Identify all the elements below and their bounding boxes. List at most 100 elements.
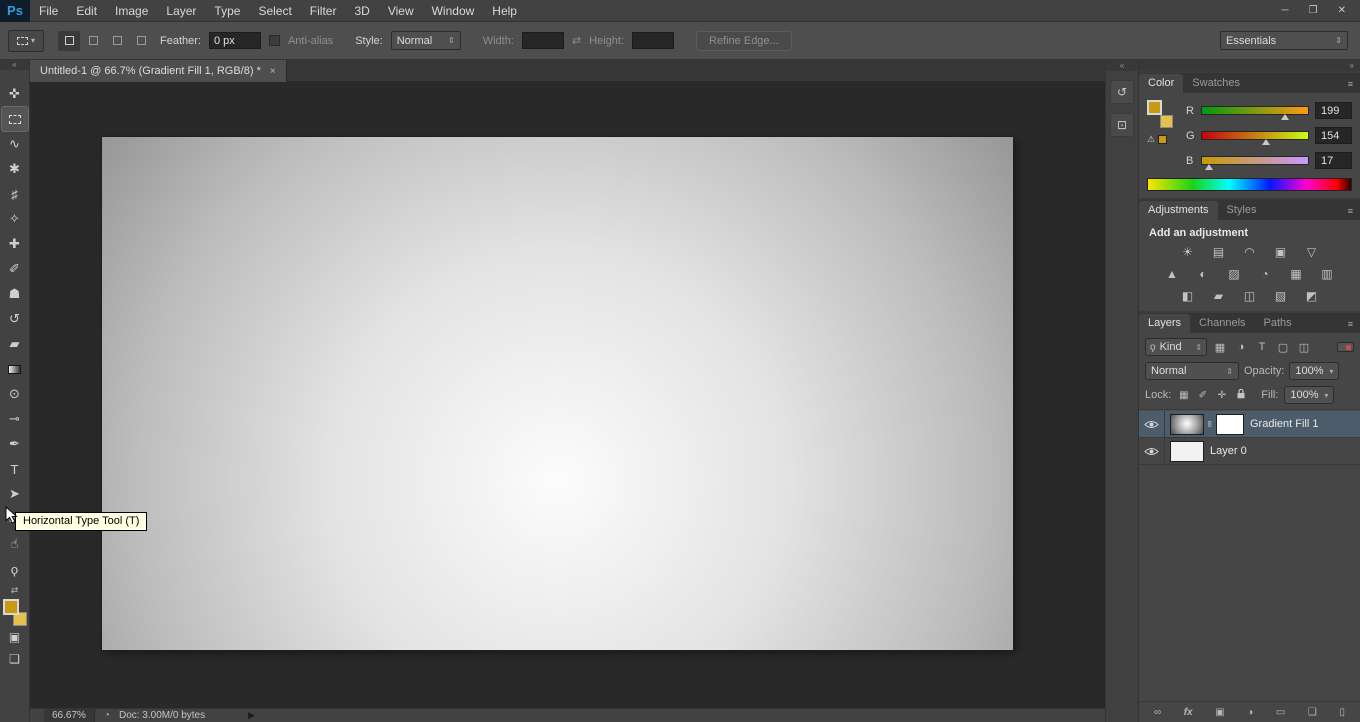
expand-panels-icon[interactable]: « xyxy=(1106,60,1138,71)
antialias-checkbox[interactable] xyxy=(268,35,280,46)
quick-mask-button[interactable]: ▣ xyxy=(2,626,28,648)
fill-field[interactable]: 100% ▾ xyxy=(1284,386,1335,404)
hand-tool[interactable]: ☝ xyxy=(2,532,28,556)
layer-list-empty-area[interactable] xyxy=(1139,465,1360,701)
feather-input[interactable] xyxy=(208,32,261,49)
color-lookup-icon[interactable]: ▥ xyxy=(1316,267,1338,282)
add-layer-mask-icon[interactable]: ▣ xyxy=(1215,707,1224,718)
gamut-color-swatch[interactable] xyxy=(1158,135,1168,144)
slider-caret[interactable] xyxy=(1205,164,1214,170)
invert-icon[interactable]: ◧ xyxy=(1177,289,1199,304)
selective-color-icon[interactable]: ▧ xyxy=(1270,289,1292,304)
height-input[interactable] xyxy=(632,32,674,49)
channel-mixer-icon[interactable]: ▦ xyxy=(1285,267,1307,282)
slider-caret[interactable] xyxy=(1261,139,1270,145)
dodge-tool[interactable]: ⊸ xyxy=(2,407,28,431)
tab-swatches[interactable]: Swatches xyxy=(1183,74,1249,93)
pen-tool[interactable]: ✒ xyxy=(2,432,28,456)
layers-panel-menu-icon[interactable]: ≡ xyxy=(1341,315,1360,333)
gradient-tool[interactable] xyxy=(2,357,28,381)
vibrance-icon[interactable]: ▽ xyxy=(1301,245,1323,260)
foreground-color-swatch[interactable] xyxy=(2,599,19,615)
filter-kind-select[interactable]: ϙ Kind ⇕ xyxy=(1145,338,1207,356)
canvas-pasteboard[interactable] xyxy=(30,82,1105,708)
background-color-swatch[interactable] xyxy=(1160,115,1173,128)
status-icon[interactable]: ◔ xyxy=(104,710,110,721)
zoom-tool[interactable]: ϙ xyxy=(2,557,28,581)
device-preview-panel-button[interactable]: ⊡ xyxy=(1110,113,1134,137)
refine-edge-button[interactable]: Refine Edge... xyxy=(696,30,792,51)
eraser-tool[interactable]: ▰ xyxy=(2,332,28,356)
menu-filter[interactable]: Filter xyxy=(301,0,346,22)
menu-type[interactable]: Type xyxy=(205,0,249,22)
menu-edit[interactable]: Edit xyxy=(67,0,106,22)
delete-layer-icon[interactable]: ▯ xyxy=(1339,707,1345,718)
add-to-selection-button[interactable] xyxy=(82,31,104,51)
history-brush-tool[interactable]: ↺ xyxy=(2,307,28,331)
red-value-field[interactable]: 199 xyxy=(1315,102,1352,119)
green-value-field[interactable]: 154 xyxy=(1315,127,1352,144)
lasso-tool[interactable]: ∿ xyxy=(2,132,28,156)
status-menu-arrow-icon[interactable]: ▶ xyxy=(248,710,255,721)
intersect-selection-button[interactable] xyxy=(130,31,152,51)
style-select[interactable]: Normal ⇕ xyxy=(390,31,461,50)
swap-colors-icon[interactable]: ⇄ xyxy=(11,585,19,596)
tab-paths[interactable]: Paths xyxy=(1255,314,1301,333)
red-slider[interactable] xyxy=(1201,106,1309,120)
new-group-icon[interactable]: ▭ xyxy=(1276,707,1285,718)
layer-name[interactable]: Gradient Fill 1 xyxy=(1250,418,1318,430)
filter-adjustment-layers-icon[interactable]: ◑ xyxy=(1233,341,1249,353)
link-dimensions-icon[interactable]: ⇄ xyxy=(572,34,581,47)
visibility-toggle[interactable] xyxy=(1139,411,1165,437)
filter-type-layers-icon[interactable]: T xyxy=(1254,341,1270,353)
close-button[interactable]: ✕ xyxy=(1338,5,1346,16)
filter-toggle-switch[interactable] xyxy=(1337,342,1354,352)
tab-color[interactable]: Color xyxy=(1139,74,1184,93)
layer-mask-thumbnail[interactable] xyxy=(1216,413,1244,435)
gradient-fill-thumbnail[interactable] xyxy=(1170,413,1204,435)
workspace-select[interactable]: Essentials ⇕ xyxy=(1220,31,1348,50)
brush-tool[interactable]: ✐ xyxy=(2,257,28,281)
adjustments-panel-menu-icon[interactable]: ≡ xyxy=(1341,202,1360,220)
menu-3d[interactable]: 3D xyxy=(345,0,378,22)
lock-all-icon[interactable] xyxy=(1234,388,1247,402)
width-input[interactable] xyxy=(521,32,564,49)
menu-view[interactable]: View xyxy=(379,0,423,22)
quick-selection-tool[interactable]: ✱ xyxy=(2,157,28,181)
document-canvas[interactable] xyxy=(102,137,1013,650)
photo-filter-icon[interactable]: ◔ xyxy=(1254,267,1276,282)
levels-icon[interactable]: ▤ xyxy=(1208,245,1230,260)
tool-preset-picker[interactable]: ▾ xyxy=(8,29,44,52)
menu-select[interactable]: Select xyxy=(249,0,300,22)
rectangular-marquee-tool[interactable] xyxy=(0,106,29,132)
screen-mode-button[interactable]: ❏ xyxy=(2,648,28,670)
mask-link-icon[interactable]: ∞ xyxy=(1205,418,1215,430)
blend-mode-select[interactable]: Normal ⇕ xyxy=(1145,362,1239,380)
menu-image[interactable]: Image xyxy=(106,0,157,22)
layer-thumbnail[interactable] xyxy=(1170,440,1204,462)
restore-button[interactable]: ❐ xyxy=(1309,5,1318,16)
blue-slider[interactable] xyxy=(1201,156,1309,170)
document-tab[interactable]: Untitled-1 @ 66.7% (Gradient Fill 1, RGB… xyxy=(30,60,287,82)
toolbar-collapse-icon[interactable]: « xyxy=(0,60,29,70)
history-panel-button[interactable]: ↺ xyxy=(1110,80,1134,104)
filter-smart-objects-icon[interactable]: ◫ xyxy=(1296,341,1312,354)
filter-shape-layers-icon[interactable]: ▢ xyxy=(1275,341,1291,354)
threshold-icon[interactable]: ◫ xyxy=(1239,289,1261,304)
horizontal-type-tool[interactable]: T xyxy=(2,457,28,481)
blue-value-field[interactable]: 17 xyxy=(1315,152,1352,169)
spot-healing-brush-tool[interactable]: ✚ xyxy=(2,232,28,256)
tab-close-icon[interactable]: × xyxy=(270,66,276,77)
minimize-button[interactable]: ─ xyxy=(1282,5,1289,16)
menu-file[interactable]: File xyxy=(30,0,67,22)
slider-caret[interactable] xyxy=(1280,114,1289,120)
color-panel-menu-icon[interactable]: ≡ xyxy=(1341,75,1360,93)
lock-position-icon[interactable]: ✛ xyxy=(1215,390,1228,401)
link-layers-icon[interactable]: ∞ xyxy=(1154,707,1161,718)
move-tool[interactable]: ✜ xyxy=(2,82,28,106)
lock-transparency-icon[interactable]: ▦ xyxy=(1177,390,1190,401)
gradient-map-icon[interactable]: ◩ xyxy=(1301,289,1323,304)
clone-stamp-tool[interactable]: ☗ xyxy=(2,282,28,306)
layer-style-icon[interactable]: fx xyxy=(1184,707,1193,718)
lock-pixels-icon[interactable]: ✐ xyxy=(1196,390,1209,401)
